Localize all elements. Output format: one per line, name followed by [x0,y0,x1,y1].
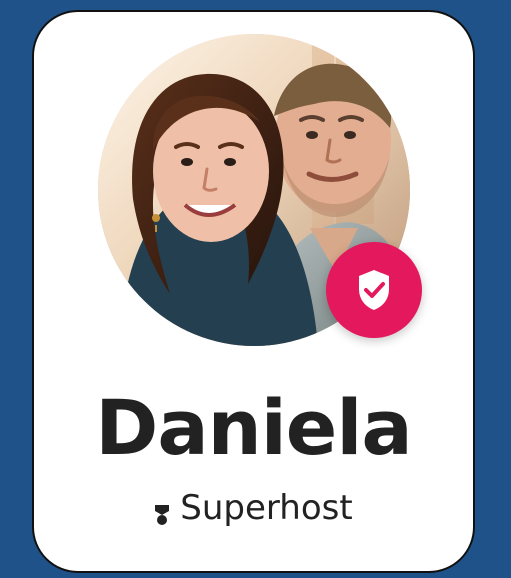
superhost-label: Superhost [180,488,353,528]
superhost-icon [154,496,170,525]
host-name: Daniela [95,383,412,472]
host-profile-card: Daniela Superhost [32,10,475,573]
verified-shield-icon [326,242,422,338]
superhost-badge: Superhost [34,488,473,528]
